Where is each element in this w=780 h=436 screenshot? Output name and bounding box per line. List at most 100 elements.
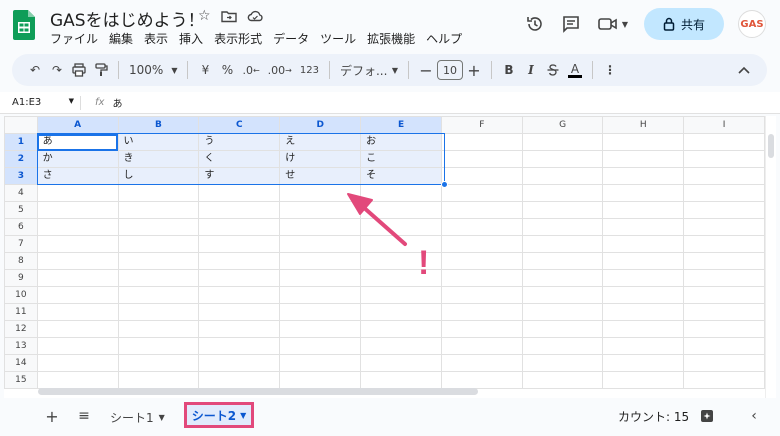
cell-b8[interactable] — [117, 252, 200, 270]
cell-g7[interactable] — [521, 235, 604, 253]
cell-d6[interactable] — [279, 218, 362, 236]
cell-b3[interactable]: し — [117, 167, 200, 185]
cell-d1[interactable]: え — [279, 133, 362, 151]
cell-g3[interactable] — [521, 167, 604, 185]
cell-a9[interactable] — [36, 269, 119, 287]
cell-h2[interactable] — [602, 150, 685, 168]
cell-g1[interactable] — [521, 133, 604, 151]
cell-h12[interactable] — [602, 320, 685, 338]
cell-i4[interactable] — [683, 184, 765, 202]
cell-a13[interactable] — [36, 337, 119, 355]
cell-d3[interactable]: せ — [279, 167, 362, 185]
cell-i9[interactable] — [683, 269, 765, 287]
cell-e5[interactable] — [360, 201, 443, 219]
cell-f4[interactable] — [441, 184, 523, 202]
document-title[interactable]: GASをはじめよう！ — [50, 6, 205, 31]
cell-h7[interactable] — [602, 235, 685, 253]
cell-h14[interactable] — [602, 354, 685, 372]
cell-a3[interactable]: さ — [36, 167, 119, 185]
print-icon[interactable] — [68, 58, 90, 82]
cloud-status-icon[interactable] — [247, 8, 263, 24]
column-header-g[interactable]: G — [521, 116, 604, 134]
cell-c13[interactable] — [198, 337, 281, 355]
row-header-9[interactable]: 9 — [4, 269, 38, 287]
cell-i10[interactable] — [683, 286, 765, 304]
cell-g8[interactable] — [521, 252, 604, 270]
cell-g9[interactable] — [521, 269, 604, 287]
row-header-8[interactable]: 8 — [4, 252, 38, 270]
cell-d14[interactable] — [279, 354, 362, 372]
column-header-a[interactable]: A — [36, 116, 119, 134]
menu-help[interactable]: ヘルプ — [426, 30, 462, 47]
cell-e4[interactable] — [360, 184, 443, 202]
menu-edit[interactable]: 編集 — [109, 30, 133, 47]
cell-c4[interactable] — [198, 184, 281, 202]
cell-c14[interactable] — [198, 354, 281, 372]
share-button[interactable]: 共有 — [644, 8, 724, 40]
redo-icon[interactable]: ↷ — [46, 58, 68, 82]
vertical-scrollbar[interactable] — [765, 116, 776, 398]
cell-c9[interactable] — [198, 269, 281, 287]
cell-f5[interactable] — [441, 201, 523, 219]
cell-g6[interactable] — [521, 218, 604, 236]
cell-d13[interactable] — [279, 337, 362, 355]
select-all-corner[interactable] — [4, 116, 38, 134]
cell-e13[interactable] — [360, 337, 443, 355]
sheet-tab-2[interactable]: シート2 ▼ — [184, 402, 254, 428]
cell-h5[interactable] — [602, 201, 685, 219]
cell-i6[interactable] — [683, 218, 765, 236]
font-size-increase-icon[interactable]: + — [463, 58, 485, 82]
row-header-1[interactable]: 1 — [4, 133, 38, 151]
cell-c11[interactable] — [198, 303, 281, 321]
cell-g2[interactable] — [521, 150, 604, 168]
cell-f2[interactable] — [441, 150, 523, 168]
font-size-decrease-icon[interactable]: − — [415, 58, 437, 82]
cell-h3[interactable] — [602, 167, 685, 185]
cell-d10[interactable] — [279, 286, 362, 304]
cell-h9[interactable] — [602, 269, 685, 287]
cell-i12[interactable] — [683, 320, 765, 338]
column-header-b[interactable]: B — [117, 116, 200, 134]
menu-insert[interactable]: 挿入 — [179, 30, 203, 47]
cell-d2[interactable]: け — [279, 150, 362, 168]
cell-c10[interactable] — [198, 286, 281, 304]
cell-h11[interactable] — [602, 303, 685, 321]
decrease-decimal-button[interactable]: .0 ← — [238, 58, 263, 82]
explore-icon[interactable] — [698, 407, 716, 425]
cell-e9[interactable] — [360, 269, 443, 287]
column-header-c[interactable]: C — [198, 116, 281, 134]
cell-f12[interactable] — [441, 320, 523, 338]
row-header-4[interactable]: 4 — [4, 184, 38, 202]
cell-e7[interactable] — [360, 235, 443, 253]
cell-h1[interactable] — [602, 133, 685, 151]
cell-g4[interactable] — [521, 184, 604, 202]
cell-g14[interactable] — [521, 354, 604, 372]
cell-e11[interactable] — [360, 303, 443, 321]
cell-g13[interactable] — [521, 337, 604, 355]
cell-f6[interactable] — [441, 218, 523, 236]
cell-d12[interactable] — [279, 320, 362, 338]
comments-icon[interactable] — [560, 13, 582, 35]
more-icon[interactable]: ⋮ — [599, 58, 621, 82]
column-header-f[interactable]: F — [441, 116, 523, 134]
cell-e2[interactable]: こ — [360, 150, 443, 168]
cell-i1[interactable] — [683, 133, 765, 151]
cell-f13[interactable] — [441, 337, 523, 355]
cell-b1[interactable]: い — [117, 133, 200, 151]
cell-a15[interactable] — [36, 371, 119, 389]
cell-h10[interactable] — [602, 286, 685, 304]
row-header-12[interactable]: 12 — [4, 320, 38, 338]
cell-a11[interactable] — [36, 303, 119, 321]
cell-a1[interactable]: あ — [36, 133, 119, 151]
cell-i8[interactable] — [683, 252, 765, 270]
cell-a6[interactable] — [36, 218, 119, 236]
currency-button[interactable]: ¥ — [194, 58, 216, 82]
cell-c7[interactable] — [198, 235, 281, 253]
undo-icon[interactable]: ↶ — [24, 58, 46, 82]
menu-format[interactable]: 表示形式 — [214, 30, 262, 47]
cell-g15[interactable] — [521, 371, 604, 389]
cell-c8[interactable] — [198, 252, 281, 270]
row-header-2[interactable]: 2 — [4, 150, 38, 168]
cell-d5[interactable] — [279, 201, 362, 219]
zoom-select[interactable]: 100% ▼ — [125, 58, 181, 82]
